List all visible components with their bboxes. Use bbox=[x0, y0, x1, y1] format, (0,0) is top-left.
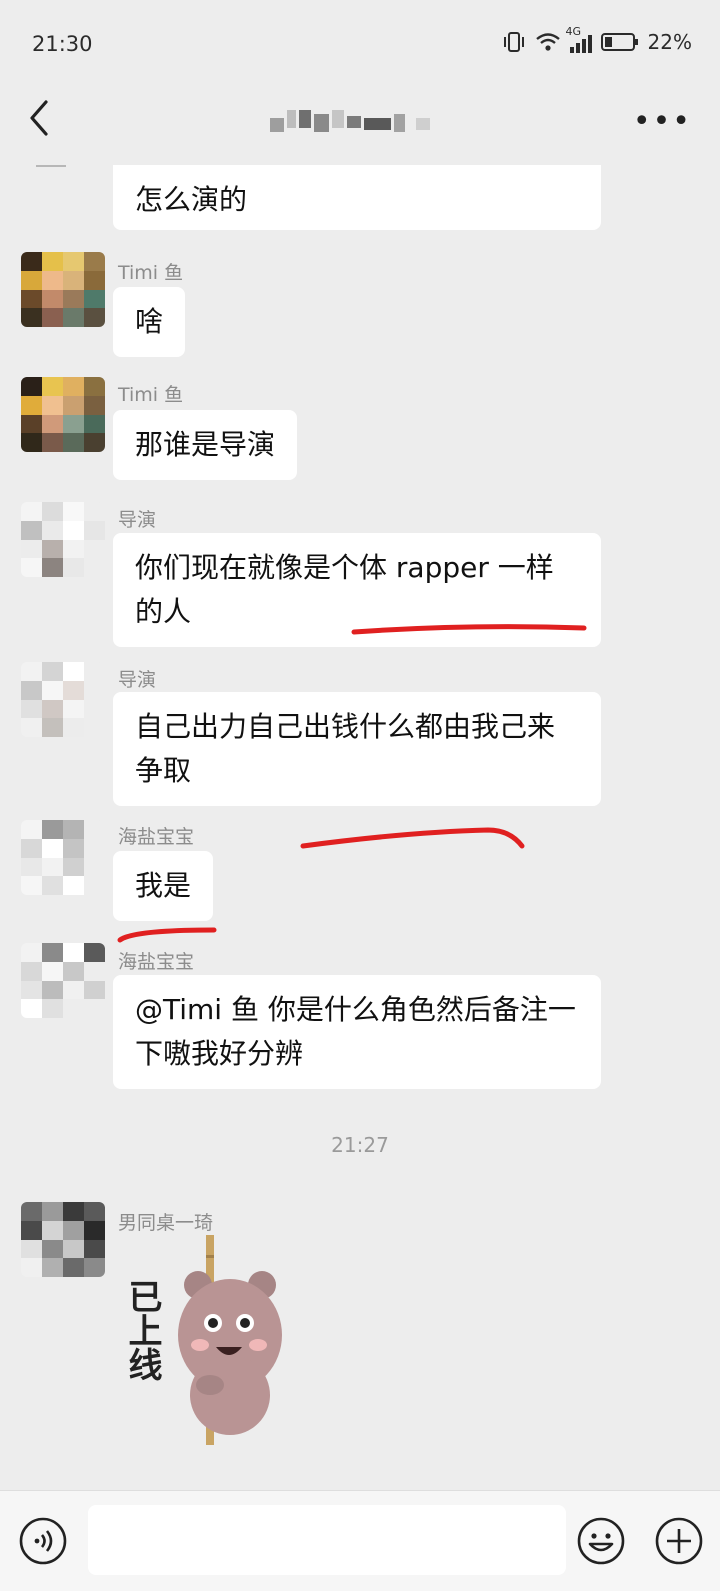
sender-name: Timi 鱼 bbox=[118, 384, 184, 406]
sender-name: 男同桌一琦 bbox=[118, 1212, 214, 1234]
message-text: 啥 bbox=[135, 305, 164, 338]
sender-name: 导演 bbox=[118, 669, 157, 691]
status-icons: 4G 22% bbox=[502, 25, 692, 54]
red-underline bbox=[117, 927, 217, 943]
chat-header: ••• bbox=[0, 90, 720, 165]
sticker-caption: 已上线 bbox=[122, 1279, 162, 1381]
message-bubble[interactable]: @Timi 鱼 你是什么角色然后备注一下嗷我好分辨 bbox=[113, 975, 601, 1089]
message-text: 怎么演的 bbox=[135, 183, 248, 216]
message-bubble[interactable]: 怎么演的 bbox=[113, 165, 601, 230]
avatar[interactable] bbox=[21, 1202, 105, 1277]
status-bar: 21:30 4G 22% bbox=[0, 0, 720, 90]
message-text: @Timi 鱼 你是什么角色然后备注一下嗷我好分辨 bbox=[135, 993, 576, 1070]
message-bubble[interactable]: 我是 bbox=[113, 851, 214, 921]
message-list[interactable]: 怎么演的 Timi 鱼 啥 Timi 鱼 那谁是导演 导演 你们现在就像是个体 … bbox=[0, 165, 720, 1490]
avatar[interactable] bbox=[21, 820, 105, 895]
avatar[interactable] bbox=[21, 377, 105, 452]
input-bar bbox=[0, 1490, 720, 1591]
voice-input-icon[interactable] bbox=[18, 1516, 68, 1566]
battery-percent: 22% bbox=[647, 30, 692, 54]
partial-avatar bbox=[36, 165, 66, 167]
chat-title-obscured bbox=[270, 110, 431, 132]
bear-sticker[interactable]: 已上线 bbox=[122, 1235, 300, 1455]
message-text: 自己出力自己出钱什么都由我己来争取 bbox=[135, 710, 556, 787]
avatar[interactable] bbox=[21, 252, 105, 327]
battery-icon bbox=[600, 33, 638, 51]
cell-signal-icon: 4G bbox=[566, 25, 592, 53]
add-icon[interactable] bbox=[654, 1516, 704, 1566]
message-text: 那谁是导演 bbox=[135, 428, 276, 461]
more-options-icon[interactable]: ••• bbox=[633, 104, 692, 139]
message-bubble[interactable]: 自己出力自己出钱什么都由我己来争取 bbox=[113, 692, 601, 806]
avatar[interactable] bbox=[21, 943, 105, 1018]
vibrate-icon bbox=[503, 32, 524, 52]
wifi-icon bbox=[535, 33, 560, 51]
message-text: 我是 bbox=[135, 869, 192, 902]
avatar[interactable] bbox=[21, 662, 105, 737]
message-text: 你们现在就像是个体 rapper 一样的人 bbox=[135, 551, 554, 628]
sender-name: 海盐宝宝 bbox=[118, 826, 195, 848]
red-underline bbox=[351, 624, 587, 635]
red-underline bbox=[300, 827, 525, 849]
sender-name: Timi 鱼 bbox=[118, 262, 184, 284]
sender-name: 海盐宝宝 bbox=[118, 951, 195, 973]
sender-name: 导演 bbox=[118, 509, 157, 531]
message-timestamp: 21:27 bbox=[331, 1133, 389, 1157]
network-type: 4G bbox=[565, 25, 582, 38]
status-time: 21:30 bbox=[32, 32, 93, 56]
back-icon[interactable] bbox=[22, 96, 58, 140]
message-input[interactable] bbox=[88, 1505, 566, 1575]
message-bubble[interactable]: 那谁是导演 bbox=[113, 410, 298, 480]
avatar[interactable] bbox=[21, 502, 105, 577]
message-bubble[interactable]: 啥 bbox=[113, 287, 186, 357]
emoji-icon[interactable] bbox=[576, 1516, 626, 1566]
